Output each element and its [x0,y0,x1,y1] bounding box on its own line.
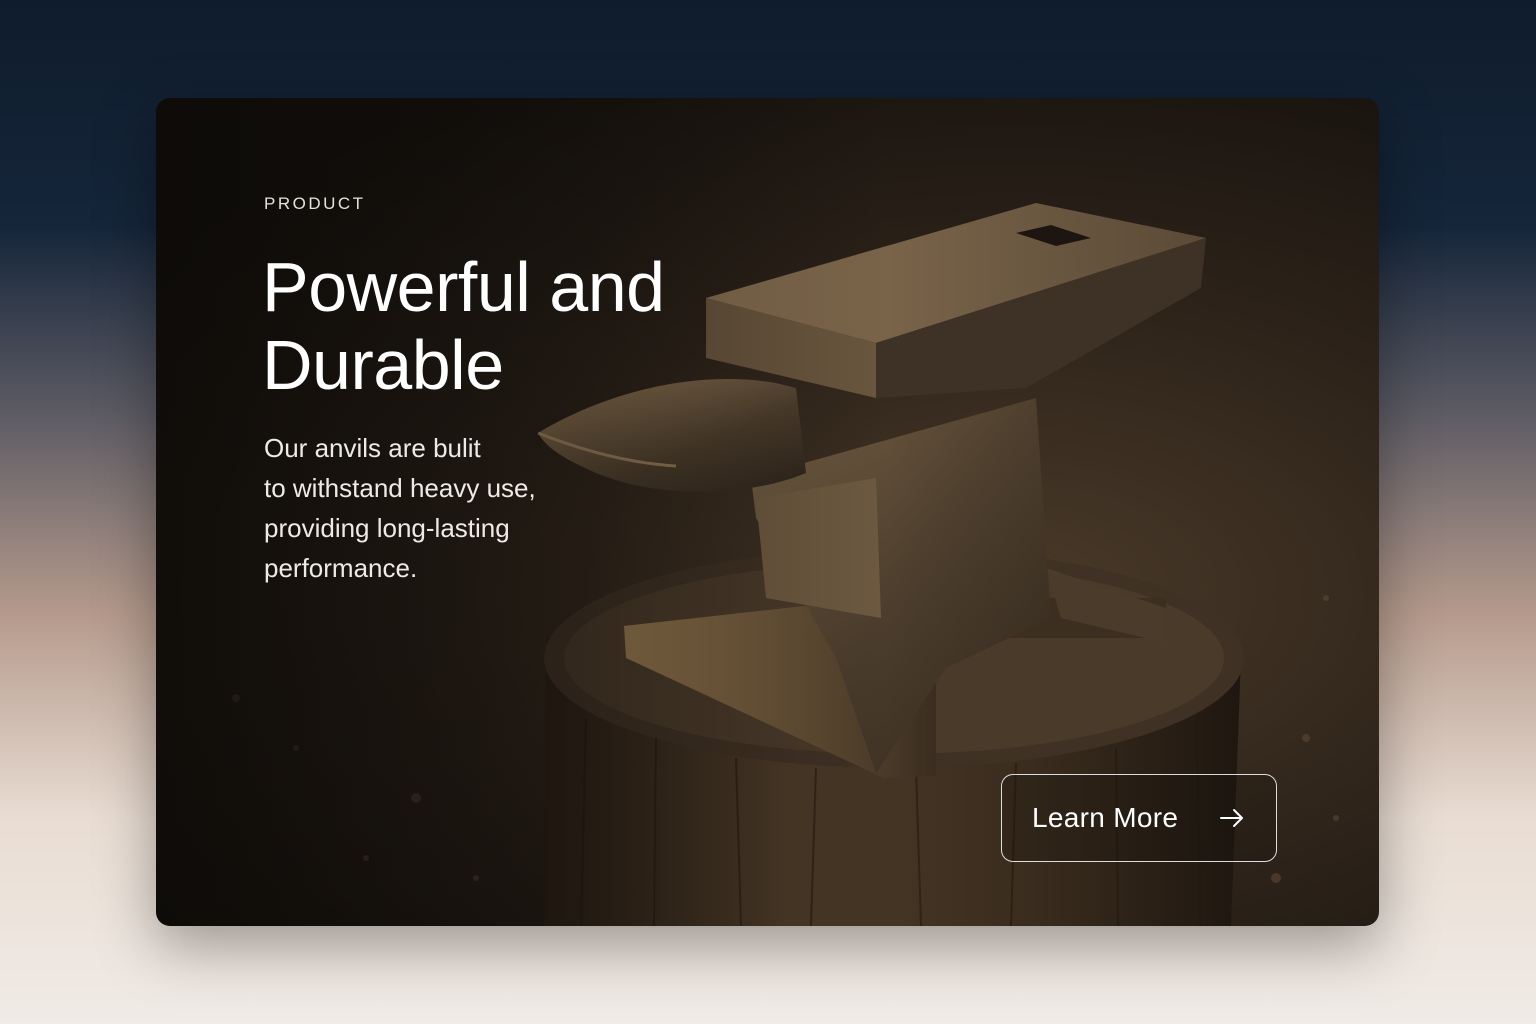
headline-line: Durable [262,326,504,404]
headline: Powerful and Durable [262,248,822,404]
description-line: performance. [264,553,418,583]
description-line: providing long-lasting [264,513,510,543]
learn-more-label: Learn More [1032,802,1179,833]
arrow-right-icon [1220,809,1243,827]
learn-more-button[interactable]: Learn More [1001,774,1277,862]
description-line: Our anvils are bulit [264,433,481,463]
hero-card: PRODUCT Powerful and Durable Our anvils … [156,98,1379,926]
description: Our anvils are bulit to withstand heavy … [264,428,584,588]
headline-line: Powerful and [262,248,665,326]
description-line: to withstand heavy use, [264,473,536,503]
eyebrow-label: PRODUCT [264,194,366,213]
